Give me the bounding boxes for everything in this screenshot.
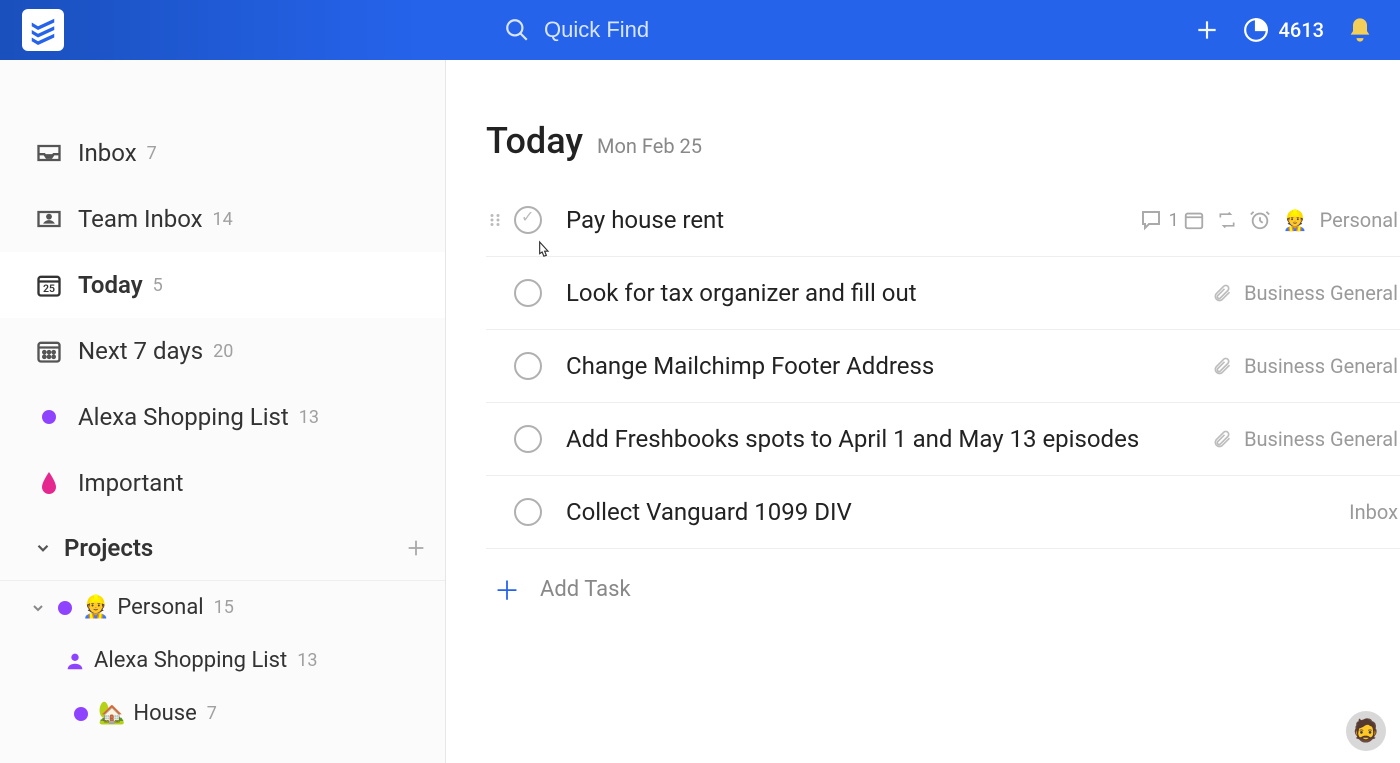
plus-icon: ＋ [494,571,520,608]
task-checkbox[interactable] [514,206,542,234]
view-heading: Today Mon Feb 25 [486,120,1400,162]
task-checkbox[interactable] [514,352,542,380]
project-dot-icon [74,707,88,721]
sidebar-label: Alexa Shopping List [78,403,289,431]
sidebar-count: 20 [213,341,233,362]
svg-text:25: 25 [43,282,55,295]
quick-add-button[interactable] [1191,14,1223,46]
task-row[interactable]: Change Mailchimp Footer Address Business… [486,330,1400,403]
task-project-label[interactable]: Business General [1244,281,1398,305]
sidebar-item-inbox[interactable]: Inbox 7 [0,120,445,186]
sidebar-item-filter-important[interactable]: Important [0,450,445,516]
task-title: Collect Vanguard 1099 DIV [566,498,1349,526]
view-date: Mon Feb 25 [597,134,702,158]
sidebar-item-filter-alexa[interactable]: Alexa Shopping List 13 [0,384,445,450]
subproject-item-house[interactable]: 🏡 House 7 [0,687,445,740]
task-title: Change Mailchimp Footer Address [566,352,1212,380]
add-project-button[interactable] [405,537,427,559]
project-count: 15 [214,597,234,618]
projects-label: Projects [64,534,153,562]
chevron-down-icon [30,600,50,616]
user-avatar[interactable]: 🧔 [1346,711,1386,751]
schedule-icon[interactable] [1183,209,1205,231]
main-view: Today Mon Feb 25 Pay house rent 1 [446,60,1400,763]
karma-indicator[interactable]: 4613 [1243,17,1324,43]
task-checkbox[interactable] [514,498,542,526]
top-bar: 4613 [0,0,1400,60]
team-inbox-icon [34,204,64,234]
subproject-count: 7 [207,703,217,724]
comment-indicator[interactable]: 1 [1139,208,1179,232]
task-checkbox[interactable] [514,425,542,453]
comment-icon [1139,208,1163,232]
worker-emoji-icon: 👷 [82,595,109,620]
chevron-down-icon [34,539,52,557]
sidebar-item-team-inbox[interactable]: Team Inbox 14 [0,186,445,252]
paperclip-icon [1212,283,1232,303]
sidebar-label: Important [78,469,183,497]
task-title: Add Freshbooks spots to April 1 and May … [566,425,1212,453]
add-task-label: Add Task [540,577,631,602]
subproject-item-alexa[interactable]: Alexa Shopping List 13 [0,634,445,687]
karma-icon [1243,17,1269,43]
sidebar-item-today[interactable]: 25 Today 5 [0,252,445,318]
projects-header[interactable]: Projects [0,516,445,581]
bell-icon [1346,16,1374,44]
task-row[interactable]: Look for tax organizer and fill out Busi… [486,257,1400,330]
subproject-label: Alexa Shopping List [94,648,287,673]
task-project-label[interactable]: Business General [1244,354,1398,378]
karma-count: 4613 [1279,18,1324,42]
search-icon [504,17,530,43]
today-icon: 25 [34,270,64,300]
search-input[interactable] [544,17,744,43]
project-item-personal[interactable]: 👷 Personal 15 [0,581,445,634]
search[interactable] [504,17,744,43]
worker-emoji-icon: 👷 [1283,208,1308,232]
sidebar-count: 14 [213,209,233,230]
task-title: Look for tax organizer and fill out [566,279,1212,307]
task-row[interactable]: Pay house rent 1 👷 Personal [486,184,1400,257]
task-project-label[interactable]: Business General [1244,427,1398,451]
filter-dot-icon [34,402,64,432]
sidebar-label: Inbox [78,139,137,167]
view-title: Today [486,120,583,162]
reminder-icon[interactable] [1249,209,1271,231]
task-project-label[interactable]: Personal [1320,208,1398,232]
drop-icon [34,468,64,498]
app-logo[interactable] [22,9,64,51]
drag-handle-icon[interactable] [486,211,508,229]
sidebar: Inbox 7 Team Inbox 14 25 Today 5 Next 7 … [0,60,446,763]
calendar-icon [34,336,64,366]
sidebar-count: 5 [153,275,163,296]
project-label: Personal [117,595,203,620]
comment-count: 1 [1169,210,1179,231]
task-project-label[interactable]: Inbox [1349,500,1398,524]
task-row[interactable]: Collect Vanguard 1099 DIV Inbox [486,476,1400,549]
house-emoji-icon: 🏡 [98,701,125,726]
subproject-label: House [133,701,196,726]
task-title: Pay house rent [566,206,1139,234]
sidebar-item-next7days[interactable]: Next 7 days 20 [0,318,445,384]
person-icon [64,650,86,672]
project-dot-icon [58,601,72,615]
sidebar-label: Today [78,271,143,299]
sidebar-count: 13 [299,407,319,428]
paperclip-icon [1212,429,1232,449]
task-checkbox[interactable] [514,279,542,307]
add-task-button[interactable]: ＋ Add Task [486,549,1400,608]
notifications-button[interactable] [1344,14,1376,46]
sidebar-label: Next 7 days [78,337,203,365]
sidebar-label: Team Inbox [78,205,203,233]
subproject-count: 13 [297,650,317,671]
paperclip-icon [1212,356,1232,376]
inbox-icon [34,138,64,168]
repeat-icon[interactable] [1217,210,1237,230]
sidebar-count: 7 [147,143,157,164]
task-row[interactable]: Add Freshbooks spots to April 1 and May … [486,403,1400,476]
